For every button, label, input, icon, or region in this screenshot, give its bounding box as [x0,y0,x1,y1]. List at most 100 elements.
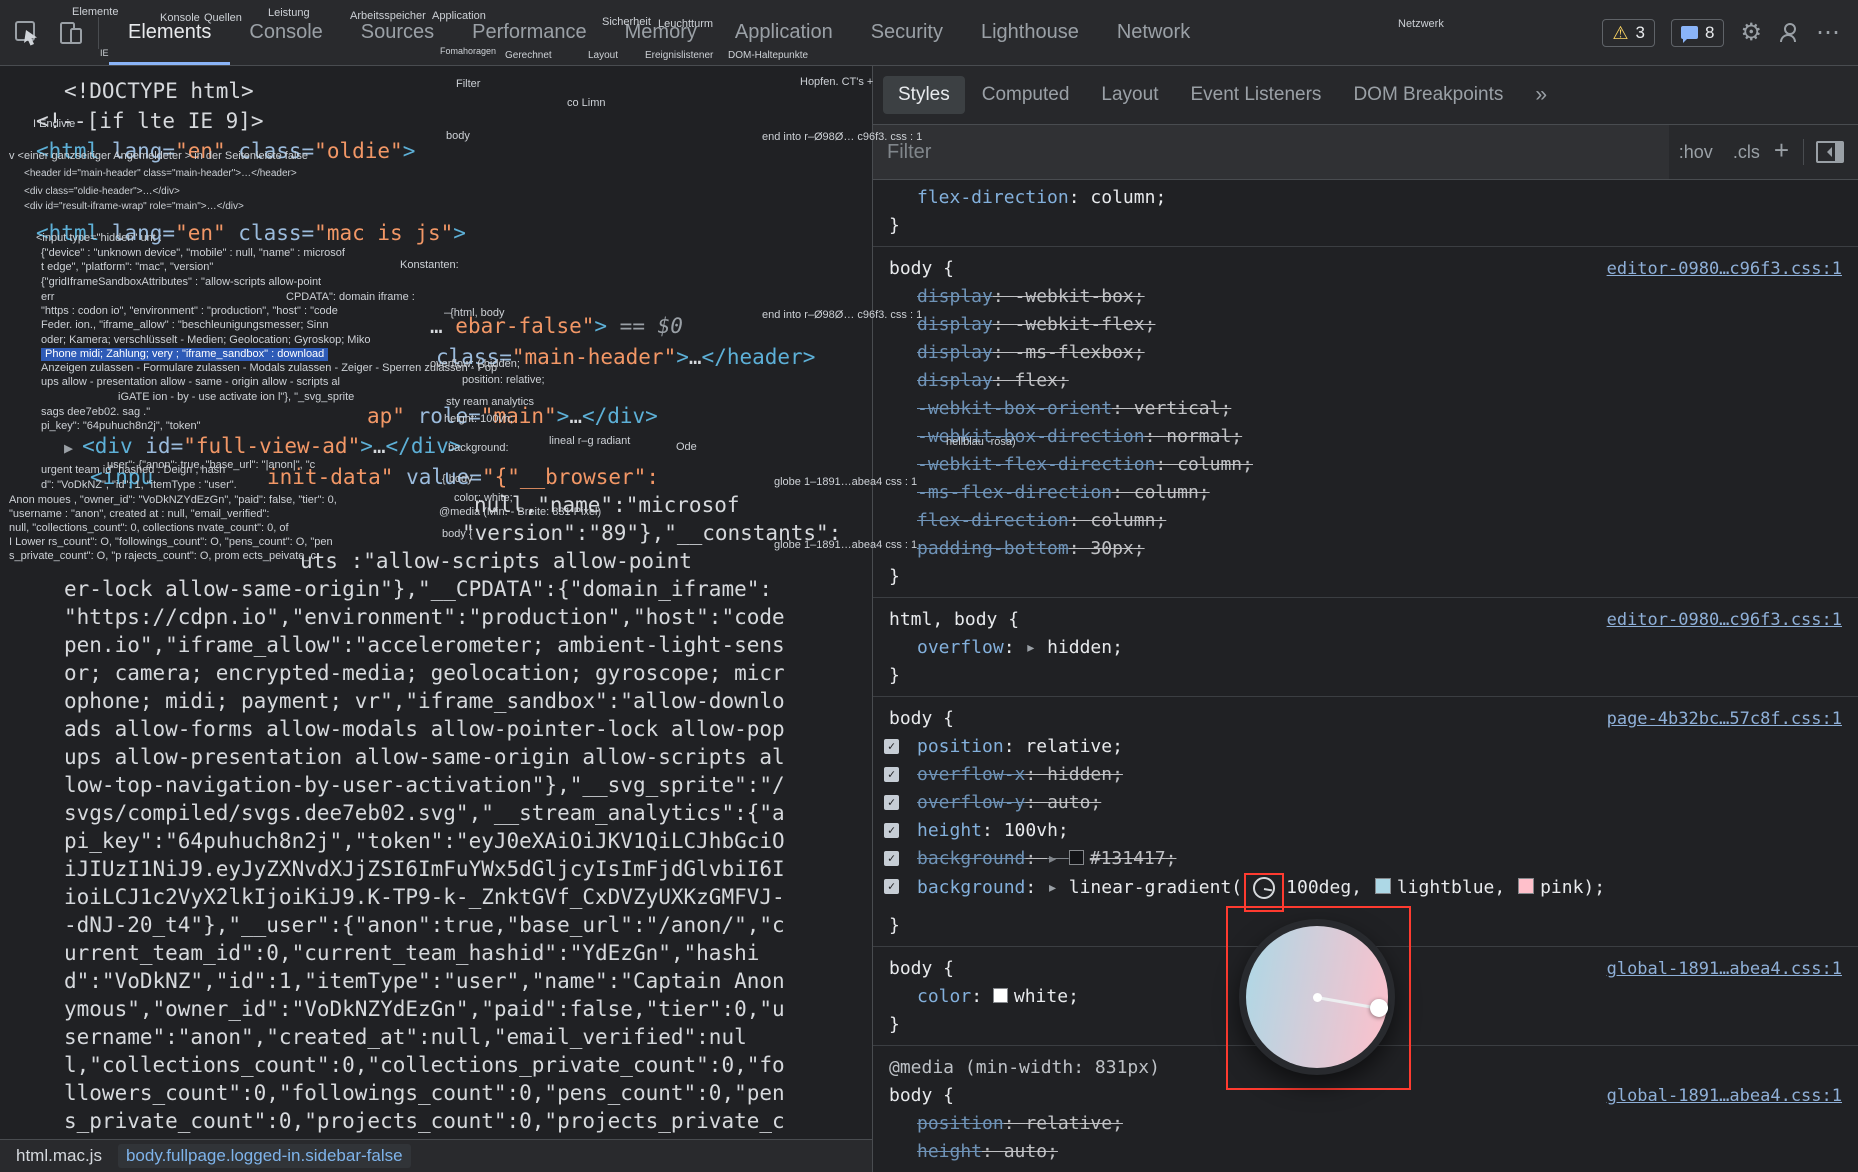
breadcrumb-body[interactable]: body.fullpage.logged-in.sidebar-false [118,1144,411,1168]
devtools-tab[interactable]: Lighthouse [962,0,1098,65]
dom-tree-line[interactable]: pi_key":"64puhuch8n2j","token":"eyJ0eXAi… [64,829,785,854]
angle-icon[interactable] [1253,877,1275,899]
more-menu-icon[interactable]: ⋯ [1816,21,1840,45]
dom-tree-line[interactable]: <html lang="en" class="mac is js"> [36,221,466,246]
css-declaration[interactable]: background: #131417; [873,845,1858,873]
devtools-tab[interactable]: Elements [109,0,230,65]
dom-tree-line[interactable]: null,"name":"microsof [474,493,740,518]
declaration-checkbox[interactable] [884,739,899,754]
css-declaration[interactable]: -ms-flex-direction: column; [873,479,1858,507]
pink-swatch[interactable] [1518,878,1534,894]
declaration-checkbox[interactable] [884,795,899,810]
breadcrumb-html[interactable]: html.mac.js [16,1146,102,1166]
rule-selector[interactable]: body { [889,1082,954,1110]
css-declaration[interactable]: overflow-x: hidden; [873,761,1858,789]
css-declaration[interactable]: height: auto; [873,1138,1858,1166]
devtools-tab[interactable]: Console [230,0,341,65]
css-declaration[interactable]: display: -webkit-box; [873,283,1858,311]
expand-arrow-icon[interactable] [1047,877,1069,898]
stylesheet-link[interactable]: global-1891…abea4.css:1 [1607,1082,1842,1110]
css-declaration[interactable]: flex-direction: column; [873,184,1858,212]
dom-tree-line[interactable]: <!DOCTYPE html> [64,79,254,104]
stylesheet-link[interactable]: global-1891…abea4.css:1 [1607,955,1842,983]
styles-sidebar-tab[interactable]: » [1520,75,1562,115]
console-messages-badge[interactable]: 8 [1671,19,1724,47]
dom-tree-line[interactable]: llowers_count":0,"followings_count":0,"p… [64,1081,785,1106]
profile-icon[interactable] [1778,22,1800,44]
dom-tree-line[interactable]: … ebar-false"> == $0 [430,314,683,339]
dom-tree-line[interactable]: class="main-header">…</header> [436,345,815,370]
dom-tree-line[interactable]: low-top-navigation-by-user-activation"},… [64,773,785,798]
css-declaration[interactable]: overflow-y: auto; [873,789,1858,817]
inspect-icon[interactable] [10,16,44,50]
dom-tree-line[interactable]: ads allow-forms allow-modals allow-point… [64,717,785,742]
rule-selector[interactable]: body { [889,255,954,283]
rule-selector[interactable]: body { [889,705,954,733]
dom-tree-line[interactable]: l,"collections_count":0,"collections_pri… [64,1053,785,1078]
new-style-rule-button[interactable]: + [1774,135,1789,166]
dom-tree-line[interactable]: uts :"allow-scripts allow-point [300,549,692,574]
declaration-checkbox[interactable] [884,879,899,894]
css-declaration[interactable]: -webkit-box-orient: vertical; [873,395,1858,423]
css-declaration[interactable]: overflow: hidden; [873,634,1858,662]
dom-tree-line[interactable]: ups allow-presentation allow-same-origin… [64,745,785,770]
color-swatch[interactable] [993,988,1008,1003]
css-declaration[interactable]: -webkit-flex-direction: column; [873,451,1858,479]
dom-tree-line[interactable]: iJIUzI1NiJ9.eyJyZXNvdXJjZSI6ImFuYWx5dGlj… [64,857,785,882]
devtools-tab[interactable]: Application [716,0,852,65]
css-declaration[interactable]: position: relative; [873,733,1858,761]
settings-gear-icon[interactable]: ⚙ [1740,21,1762,45]
dom-tree-line[interactable]: <!--[if lte IE 9]> [36,109,264,134]
stylesheet-link[interactable]: editor-0980…c96f3.css:1 [1607,255,1842,283]
lightblue-swatch[interactable] [1375,878,1391,894]
rule-selector[interactable]: html, body { [889,606,1019,634]
sidebar-toggle-icon[interactable] [1816,141,1844,163]
declaration-checkbox[interactable] [884,823,899,838]
dom-tree-line[interactable]: ▶ <div id="full-view-ad">…</div> [64,434,461,459]
dom-tree-line[interactable]: -dNJ-20_t4"},"__user":{"anon":true,"base… [64,913,785,938]
css-declaration[interactable]: display: -webkit-flex; [873,311,1858,339]
dom-tree-line[interactable]: ophone; midi; payment; vr","iframe_sandb… [64,689,785,714]
css-declaration[interactable]: position: relative; [873,1110,1858,1138]
expand-arrow-icon[interactable] [1025,637,1047,658]
css-declaration[interactable]: display: flex; [873,367,1858,395]
css-declaration[interactable]: height: 100vh; [873,817,1858,845]
styles-filter-input[interactable]: Filter [873,125,1669,179]
toggle-cls-button[interactable]: .cls [1733,142,1760,163]
dom-tree-line[interactable]: urrent_team_id":0,"current_team_hashid":… [64,941,759,966]
expand-arrow-icon[interactable] [1047,848,1069,869]
dom-tree-line[interactable]: sername":"anon","created_at":null,"email… [64,1025,747,1050]
devtools-tab[interactable]: Security [852,0,962,65]
dom-tree-line[interactable]: s_private_count":0,"projects_count":0,"p… [64,1109,785,1134]
styles-sidebar-tab[interactable]: Styles [883,76,965,114]
device-toolbar-icon[interactable] [54,16,88,50]
dom-tree-line[interactable]: ap" role="main">…</div> [367,404,658,429]
styles-sidebar-tab[interactable]: DOM Breakpoints [1338,76,1518,114]
css-declaration[interactable]: -webkit-box-direction: normal; [873,423,1858,451]
rule-selector[interactable]: body { [889,955,954,983]
dom-tree-line[interactable]: er-lock allow-same-origin"},"__CPDATA":{… [64,577,772,602]
styles-sidebar-tab[interactable]: Event Listeners [1175,76,1336,114]
dom-tree-line[interactable]: or; camera; encrypted-media; geolocation… [64,661,785,686]
css-declaration[interactable]: display: -ms-flexbox; [873,339,1858,367]
dom-tree-line[interactable]: svgs/compiled/svgs.dee7eb02.svg","__stre… [64,801,785,826]
devtools-tab[interactable]: Sources [342,0,453,65]
dom-tree-line[interactable]: d":"VoDkNZ","id":1,"itemType":"user","na… [64,969,785,994]
dom-tree-line[interactable]: "https://cdpn.io","environment":"product… [64,605,785,630]
dom-tree-line[interactable]: <html lang="en" class="oldie"> [36,139,415,164]
declaration-checkbox[interactable] [884,767,899,782]
dom-tree-line[interactable]: init-data" value="{"__browser": [267,465,659,490]
dom-tree-line[interactable]: pen.io","iframe_allow":"accelerometer; a… [64,633,785,658]
stylesheet-link[interactable]: page-4b32bc…57c8f.css:1 [1607,705,1842,733]
devtools-tab[interactable]: Network [1098,0,1209,65]
declaration-checkbox[interactable] [884,851,899,866]
dom-tree-line[interactable]: ioiLCJ1c2VyX2lkIjoiKiJ9.K-TP9-k-_ZnktGVf… [64,885,785,910]
dom-tree-line[interactable]: <inpu [90,465,153,490]
issues-warning-badge[interactable]: ⚠ 3 [1602,19,1655,47]
angle-picker-dial[interactable] [1239,919,1395,1075]
devtools-tab[interactable]: Performance [453,0,606,65]
styles-sidebar-tab[interactable]: Layout [1086,76,1173,114]
css-declaration[interactable]: flex-direction: column; [873,507,1858,535]
color-swatch[interactable] [1069,850,1084,865]
dom-tree-line[interactable]: ymous","owner_id":"VoDkNZYdEzGn","paid":… [64,997,785,1022]
